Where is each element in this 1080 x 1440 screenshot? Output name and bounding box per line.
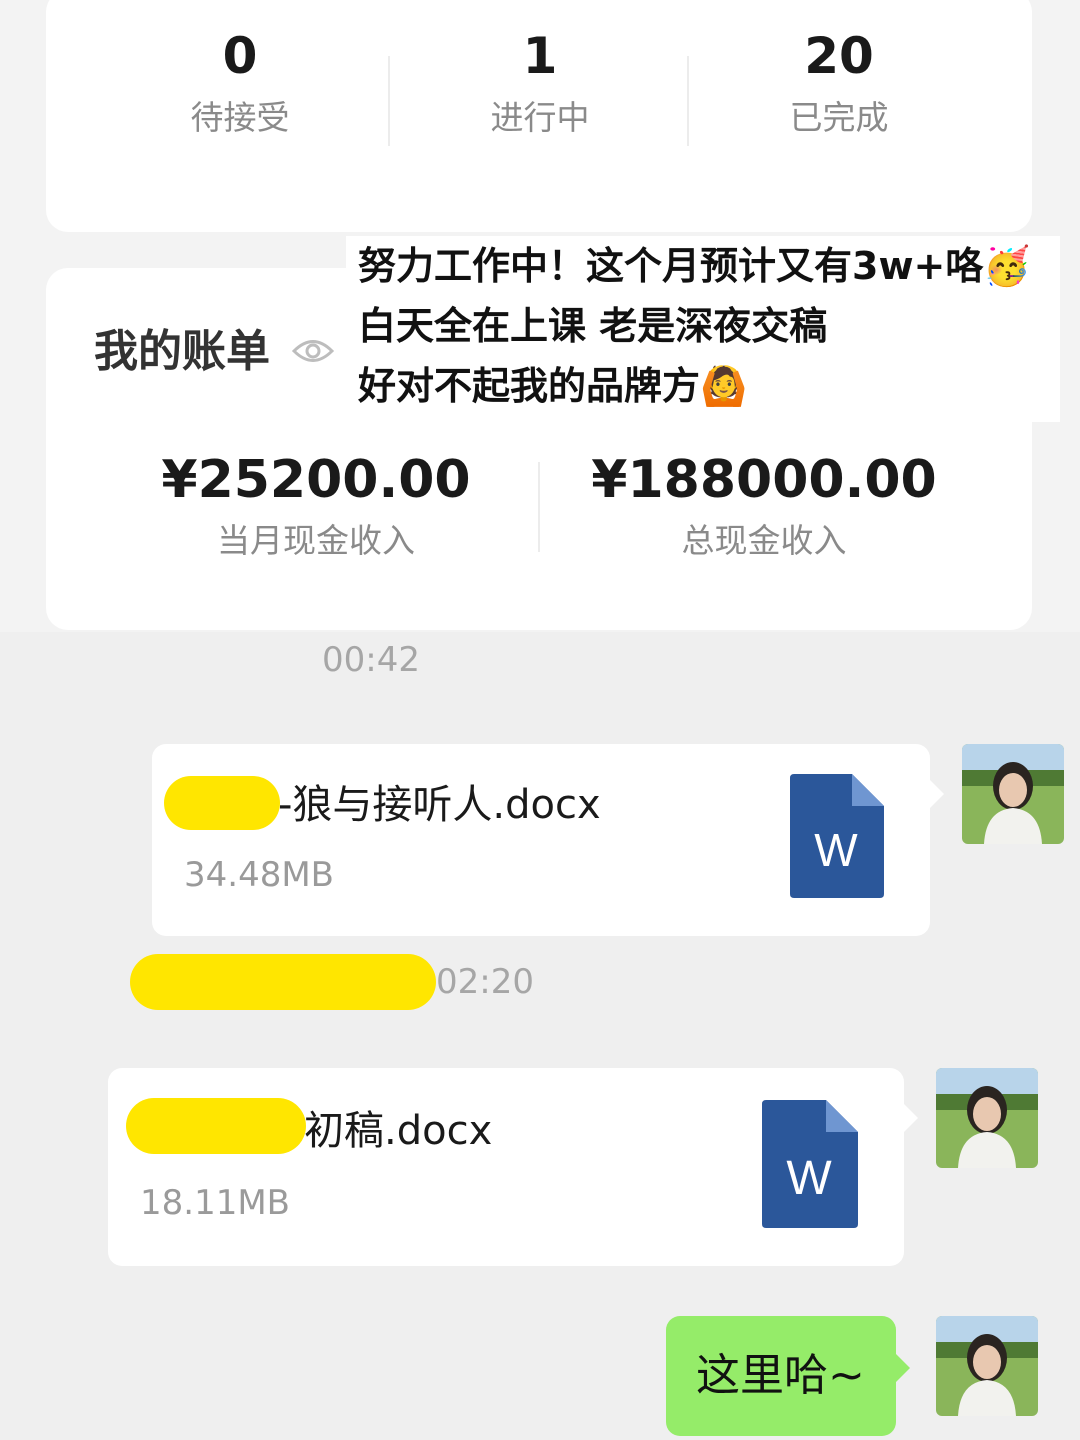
total-income: ¥188000.00 总现金收入 — [534, 448, 994, 562]
stat-in-progress[interactable]: 1 进行中 — [390, 26, 690, 138]
redaction-mark — [164, 776, 280, 830]
word-icon-letter: W — [814, 824, 858, 876]
monthly-income-label: 当月现金收入 — [217, 521, 415, 560]
file-size: 34.48MB — [184, 855, 334, 895]
message-text: 这里哈~ — [696, 1350, 865, 1401]
word-document-icon: W — [762, 1100, 858, 1232]
stat-completed-count: 20 — [804, 27, 874, 85]
file-message-bubble[interactable]: -狼与接听人.docx 34.48MB W — [152, 744, 944, 936]
total-income-label: 总现金收入 — [681, 521, 847, 560]
avatar[interactable] — [936, 1068, 1038, 1168]
stat-completed-label: 已完成 — [789, 98, 889, 137]
redaction-mark — [130, 954, 436, 1010]
total-income-value: ¥188000.00 — [591, 450, 937, 510]
caption-line: 好对不起我的品牌方🙆 — [358, 364, 748, 408]
stat-pending[interactable]: 0 待接受 — [90, 26, 390, 138]
word-document-icon: W — [790, 774, 884, 902]
caption-line: 白天全在上课 老是深夜交稿 — [358, 304, 828, 348]
overlay-caption: 努力工作中！这个月预计又有3w+咯🥳 白天全在上课 老是深夜交稿 好对不起我的品… — [346, 236, 1060, 422]
stat-completed[interactable]: 20 已完成 — [689, 26, 989, 138]
order-stats-card: 0 待接受 1 进行中 20 已完成 — [46, 0, 1032, 232]
stat-in-progress-count: 1 — [522, 27, 558, 85]
bill-title: 我的账单 — [94, 326, 270, 377]
caption-line: 努力工作中！这个月预计又有3w+咯🥳 — [358, 244, 1031, 288]
redaction-mark — [126, 1098, 306, 1154]
text-message-bubble[interactable]: 这里哈~ — [666, 1316, 910, 1436]
monthly-income-value: ¥25200.00 — [161, 450, 471, 510]
stat-pending-label: 待接受 — [190, 98, 290, 137]
file-name: 初稿.docx — [304, 1108, 493, 1154]
file-name: -狼与接听人.docx — [278, 782, 601, 828]
file-size: 18.11MB — [140, 1183, 290, 1223]
avatar[interactable] — [936, 1316, 1038, 1416]
word-icon-letter: W — [786, 1152, 832, 1205]
stat-in-progress-label: 进行中 — [490, 98, 590, 137]
eye-icon[interactable] — [291, 336, 335, 370]
chat-timestamp: 02:20 — [436, 962, 534, 1002]
monthly-income: ¥25200.00 当月现金收入 — [86, 448, 546, 562]
chat-timestamp: 00:42 — [322, 640, 420, 680]
stat-pending-count: 0 — [222, 27, 258, 85]
avatar[interactable] — [962, 744, 1064, 844]
